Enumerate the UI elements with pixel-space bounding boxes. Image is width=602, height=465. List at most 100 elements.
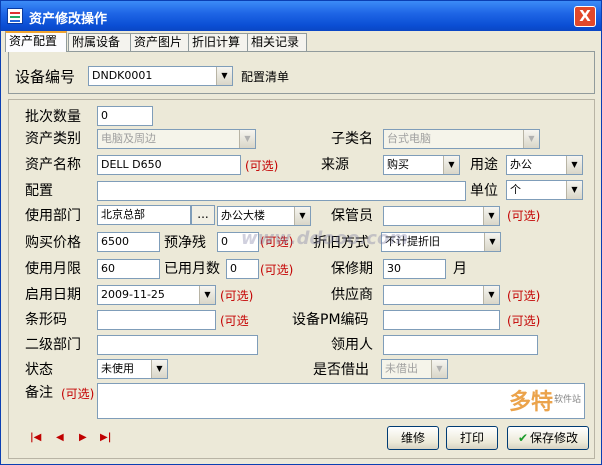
tab-accessories[interactable]: 附属设备 — [68, 33, 131, 51]
borrowed-select: 未借出 ▼ — [381, 359, 448, 379]
app-icon — [7, 8, 23, 24]
window-title: 资产修改操作 — [29, 12, 108, 27]
config-list-label: 配置清单 — [241, 70, 290, 84]
chevron-down-icon: ▼ — [216, 67, 232, 85]
barcode-label: 条形码 — [25, 312, 67, 328]
department-input[interactable]: 北京总部 — [97, 205, 191, 225]
barcode-input[interactable] — [97, 310, 216, 330]
close-icon: X — [579, 7, 591, 25]
tab-depreciation[interactable]: 折旧计算 — [188, 33, 248, 51]
subcategory-select: 台式电脑 ▼ — [383, 129, 540, 149]
start-date-picker[interactable]: 2009-11-25 ▼ — [97, 285, 216, 305]
save-button[interactable]: ✔ 保存修改 — [507, 426, 589, 450]
borrowed-label: 是否借出 — [313, 362, 369, 378]
device-no-value: DNDK0001 — [92, 69, 153, 82]
watermark-site: 软件站 — [554, 395, 582, 405]
status-value: 未使用 — [101, 362, 134, 375]
chevron-down-icon: ▼ — [151, 360, 167, 378]
chevron-down-icon: ▼ — [483, 207, 499, 225]
sub-department-label: 二级部门 — [25, 337, 81, 353]
status-select[interactable]: 未使用 ▼ — [97, 359, 168, 379]
warranty-label: 保修期 — [331, 261, 373, 277]
watermark-logo: 多特 — [509, 390, 554, 415]
source-value: 购买 — [387, 158, 409, 171]
asset-name-label: 资产名称 — [25, 157, 81, 173]
keeper-optional: (可选) — [507, 209, 541, 223]
department-browse-button[interactable]: ... — [191, 205, 215, 225]
building-value: 办公大楼 — [221, 209, 265, 222]
barcode-optional: (可选 — [220, 314, 249, 328]
source-label: 来源 — [321, 157, 349, 173]
tab-asset-images[interactable]: 资产图片 — [130, 33, 189, 51]
building-select[interactable]: 办公大楼 ▼ — [217, 206, 311, 226]
usage-value: 办公 — [510, 158, 532, 171]
checkmark-icon: ✔ — [517, 431, 529, 445]
start-date-label: 启用日期 — [25, 287, 81, 303]
warranty-input[interactable]: 30 — [383, 259, 446, 279]
start-date-value: 2009-11-25 — [101, 288, 165, 301]
remarks-label: 备注 — [25, 385, 53, 401]
chevron-down-icon: ▼ — [523, 130, 539, 148]
first-record-icon[interactable]: |◀ — [30, 432, 41, 444]
source-select[interactable]: 购买 ▼ — [383, 155, 460, 175]
asset-category-label: 资产类别 — [25, 131, 81, 147]
device-no-label: 设备编号 — [15, 68, 76, 86]
chevron-down-icon: ▼ — [431, 360, 447, 378]
close-button[interactable]: X — [574, 6, 596, 27]
remarks-optional: (可选) — [61, 387, 95, 401]
asset-category-select: 电脑及周边 ▼ — [97, 129, 256, 149]
recipient-label: 领用人 — [331, 337, 373, 353]
tab-records[interactable]: 相关记录 — [247, 33, 307, 51]
subcategory-value: 台式电脑 — [387, 132, 431, 145]
used-months-input[interactable]: 0 — [226, 259, 259, 279]
chevron-down-icon: ▼ — [199, 286, 215, 304]
tab-asset-config[interactable]: 资产配置 — [5, 31, 67, 52]
sub-department-input[interactable] — [97, 335, 258, 355]
batch-qty-input[interactable]: 0 — [97, 106, 153, 126]
supplier-label: 供应商 — [331, 287, 373, 303]
life-months-input[interactable]: 60 — [97, 259, 160, 279]
chevron-down-icon: ▼ — [483, 286, 499, 304]
asset-edit-window: 资产修改操作 X 资产配置 附属设备 资产图片 折旧计算 相关记录 设备编号 D… — [0, 0, 602, 465]
warranty-unit: 月 — [453, 261, 467, 277]
chevron-down-icon: ▼ — [443, 156, 459, 174]
price-input[interactable]: 6500 — [97, 232, 160, 252]
supplier-select[interactable]: ▼ — [383, 285, 500, 305]
life-months-label: 使用月限 — [25, 261, 81, 277]
chevron-down-icon: ▼ — [566, 156, 582, 174]
recipient-input[interactable] — [383, 335, 538, 355]
usage-select[interactable]: 办公 ▼ — [506, 155, 583, 175]
watermark-url: www.ddooo.com — [241, 228, 409, 249]
pm-code-label: 设备PM编码 — [292, 312, 369, 328]
keeper-label: 保管员 — [331, 208, 373, 224]
prev-record-icon[interactable]: ◀ — [56, 432, 64, 444]
device-no-select[interactable]: DNDK0001 ▼ — [88, 66, 233, 86]
borrowed-value: 未借出 — [385, 362, 418, 375]
config-input[interactable] — [97, 181, 466, 201]
pm-code-input[interactable] — [383, 310, 500, 330]
residual-label: 预净残 — [164, 235, 206, 251]
save-button-label: 保存修改 — [530, 431, 579, 445]
config-label: 配置 — [25, 183, 53, 199]
asset-name-optional: (可选) — [245, 159, 279, 173]
unit-select[interactable]: 个 ▼ — [506, 180, 583, 200]
subcategory-label: 子类名 — [331, 131, 373, 147]
next-record-icon[interactable]: ▶ — [79, 432, 87, 444]
department-label: 使用部门 — [25, 208, 81, 224]
used-months-optional: (可选) — [260, 263, 294, 277]
unit-label: 单位 — [470, 183, 498, 199]
supplier-optional: (可选) — [507, 289, 541, 303]
chevron-down-icon: ▼ — [294, 207, 310, 225]
asset-name-input[interactable]: DELL D650 — [97, 155, 241, 175]
pm-code-optional: (可选) — [507, 314, 541, 328]
batch-qty-label: 批次数量 — [25, 109, 81, 125]
last-record-icon[interactable]: ▶| — [100, 432, 111, 444]
repair-button[interactable]: 维修 — [387, 426, 439, 450]
chevron-down-icon: ▼ — [239, 130, 255, 148]
unit-value: 个 — [510, 183, 521, 196]
print-button[interactable]: 打印 — [446, 426, 498, 450]
status-label: 状态 — [25, 362, 53, 378]
keeper-select[interactable]: ▼ — [383, 206, 500, 226]
used-months-label: 已用月数 — [164, 261, 220, 277]
title-bar[interactable]: 资产修改操作 X — [1, 1, 601, 31]
